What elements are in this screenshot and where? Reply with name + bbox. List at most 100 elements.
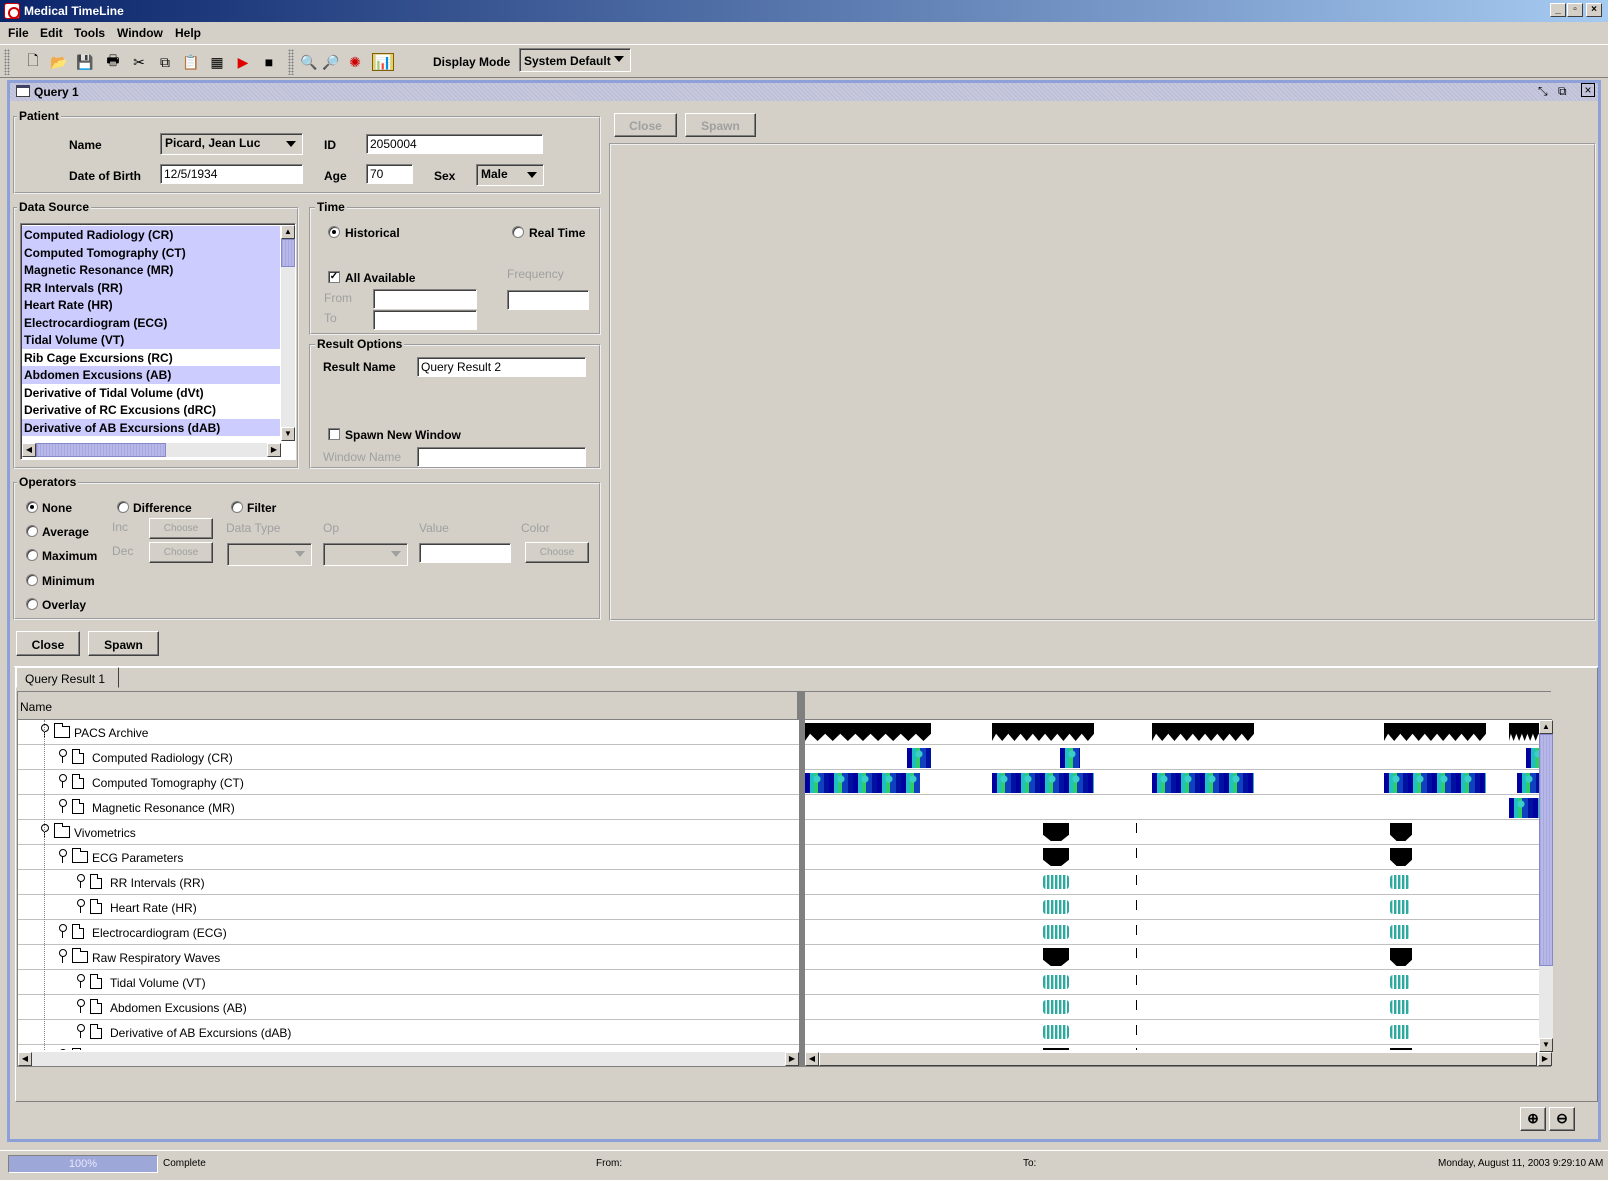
data-source-hscroll[interactable]: ◀ ▶ [22, 443, 281, 457]
timeline-vscroll[interactable]: ▲ ▼ [1539, 720, 1553, 1052]
data-source-item[interactable]: Computed Radiology (CR) [22, 226, 280, 244]
timeline-event-marker[interactable] [1043, 1048, 1069, 1050]
timeline-wave-segment[interactable] [1390, 975, 1410, 989]
timeline-tick[interactable] [1136, 900, 1137, 910]
data-source-item[interactable]: Computed Tomography (CT) [22, 243, 280, 261]
all-available-checkbox[interactable]: ✓ [328, 271, 340, 283]
historical-radio[interactable] [328, 226, 340, 238]
menu-window[interactable]: Window [117, 26, 163, 40]
zoom-in-icon[interactable]: 🔍 [300, 53, 318, 71]
query-close-button[interactable]: Close [614, 113, 677, 137]
tree-row[interactable]: Vivometrics [18, 820, 799, 845]
none-radio[interactable] [26, 501, 38, 513]
menu-file[interactable]: File [8, 26, 29, 40]
tree-row[interactable]: Magnetic Resonance (MR) [18, 795, 799, 820]
name-scroll-right-icon[interactable]: ▶ [785, 1052, 799, 1066]
timeline-wave-segment[interactable] [1043, 900, 1069, 914]
tree-toggle-icon[interactable] [58, 949, 68, 963]
tree-toggle-icon[interactable] [58, 1049, 68, 1050]
data-source-item[interactable]: Heart Rate (HR) [22, 296, 280, 314]
result-close-button[interactable]: Close [16, 631, 80, 656]
maximize-button[interactable]: ▫ [1567, 3, 1583, 17]
timeline-tick[interactable] [1136, 875, 1137, 885]
timeline-wave-segment[interactable] [1043, 1000, 1069, 1014]
data-source-item[interactable]: Derivative of AB Excursions (dAB) [22, 418, 280, 436]
timeline-event-marker[interactable] [1390, 1048, 1412, 1050]
op-select[interactable] [323, 543, 408, 566]
timeline-image-thumb[interactable] [1526, 748, 1539, 768]
timeline-image-thumb[interactable] [907, 748, 931, 768]
patient-name-select[interactable]: Picard, Jean Luc [160, 133, 303, 155]
timeline-image-thumb[interactable] [1152, 773, 1254, 793]
frequency-field[interactable] [507, 290, 589, 310]
tree-row[interactable]: RR Intervals (RR) [18, 870, 799, 895]
menu-tools[interactable]: Tools [74, 26, 105, 40]
close-window-button[interactable]: × [1586, 3, 1602, 17]
tree-toggle-icon[interactable] [40, 724, 50, 738]
data-source-item[interactable]: Magnetic Resonance (MR) [22, 261, 280, 279]
window-name-field[interactable] [417, 447, 586, 467]
stop-icon[interactable]: ■ [260, 53, 278, 71]
data-source-list[interactable]: Computed Radiology (CR) Computed Tomograp… [20, 223, 296, 460]
realtime-radio[interactable] [512, 226, 524, 238]
tree-toggle-icon[interactable] [58, 749, 68, 763]
minimize-button[interactable]: _ [1550, 3, 1566, 17]
toolbar-grip[interactable] [4, 49, 10, 75]
timeline-image-thumb[interactable] [1517, 773, 1539, 793]
timeline-image-thumb[interactable] [1384, 773, 1486, 793]
result-spawn-button[interactable]: Spawn [88, 631, 159, 656]
tree-row[interactable]: Computed Tomography (CT) [18, 770, 799, 795]
timeline-image-thumb[interactable] [1060, 748, 1080, 768]
tree-toggle-icon[interactable] [58, 799, 68, 813]
timeline-scroll-left-icon[interactable]: ◀ [805, 1052, 819, 1066]
tree-row[interactable]: Raw Respiratory Waves [18, 945, 799, 970]
average-radio[interactable] [26, 525, 38, 537]
minimum-radio[interactable] [26, 574, 38, 586]
tree-row[interactable]: ECG Parameters [18, 845, 799, 870]
tree-row[interactable]: Heart Rate (HR) [18, 895, 799, 920]
timeline-image-thumb[interactable] [992, 773, 1094, 793]
timeline-hscroll[interactable]: ◀ ▶ [805, 1052, 1552, 1066]
tree-toggle-icon[interactable] [76, 874, 86, 888]
data-source-item[interactable]: Rib Cage Excursions (RC) [22, 349, 280, 367]
tree-row[interactable]: Abdomen Excusions (AB) [18, 995, 799, 1020]
data-source-item[interactable]: Abdomen Excusions (AB) [22, 366, 280, 384]
tree-toggle-icon[interactable] [40, 824, 50, 838]
tree-toggle-icon[interactable] [76, 1024, 86, 1038]
zoom-in-button[interactable]: ⊕ [1520, 1107, 1546, 1131]
data-source-item[interactable]: Electrocardiogram (ECG) [22, 313, 280, 331]
cut-icon[interactable]: ✂ [130, 53, 148, 71]
name-scroll-left-icon[interactable]: ◀ [18, 1052, 32, 1066]
scroll-right-icon[interactable]: ▶ [267, 443, 281, 457]
sex-select[interactable]: Male [476, 164, 544, 186]
data-source-item[interactable]: Tidal Volume (VT) [22, 331, 280, 349]
data-source-vscroll-thumb[interactable] [281, 239, 295, 267]
save-icon[interactable]: 💾 [76, 53, 94, 71]
timeline-scroll-up-icon[interactable]: ▲ [1539, 720, 1553, 734]
timeline-wave-segment[interactable] [1043, 925, 1069, 939]
timeline-wave-segment[interactable] [1043, 975, 1069, 989]
maximum-radio[interactable] [26, 549, 38, 561]
value-field[interactable] [419, 543, 511, 563]
timeline-column-header[interactable] [805, 692, 1552, 720]
data-type-select[interactable] [227, 543, 312, 566]
timeline-scroll-down-icon[interactable]: ▼ [1539, 1038, 1553, 1052]
timeline-image-thumb[interactable] [805, 773, 920, 793]
print-icon[interactable]: 🖶 [104, 52, 122, 71]
scroll-left-icon[interactable]: ◀ [22, 443, 36, 457]
toolbar-grip-2[interactable] [288, 49, 294, 75]
tree-row[interactable]: Derivative of AB Excursions (dAB) [18, 1020, 799, 1045]
tree-row[interactable]: Tidal Volume (VT) [18, 970, 799, 995]
frame-maximize-icon[interactable]: ⧉ [1558, 84, 1567, 99]
query-spawn-button[interactable]: Spawn [685, 113, 756, 137]
overlay-radio[interactable] [26, 598, 38, 610]
dob-field[interactable]: 12/5/1934 [160, 164, 303, 184]
tree-toggle-icon[interactable] [58, 849, 68, 863]
timeline-tick[interactable] [1136, 925, 1137, 935]
play-icon[interactable]: ▶ [234, 53, 252, 71]
menu-edit[interactable]: Edit [40, 26, 63, 40]
new-file-icon[interactable]: 🗋 [24, 52, 42, 71]
data-source-item[interactable]: Derivative of Tidal Volume (dVt) [22, 384, 280, 402]
timeline-wave-segment[interactable] [1043, 1025, 1069, 1039]
timeline-tick[interactable] [1136, 975, 1137, 985]
